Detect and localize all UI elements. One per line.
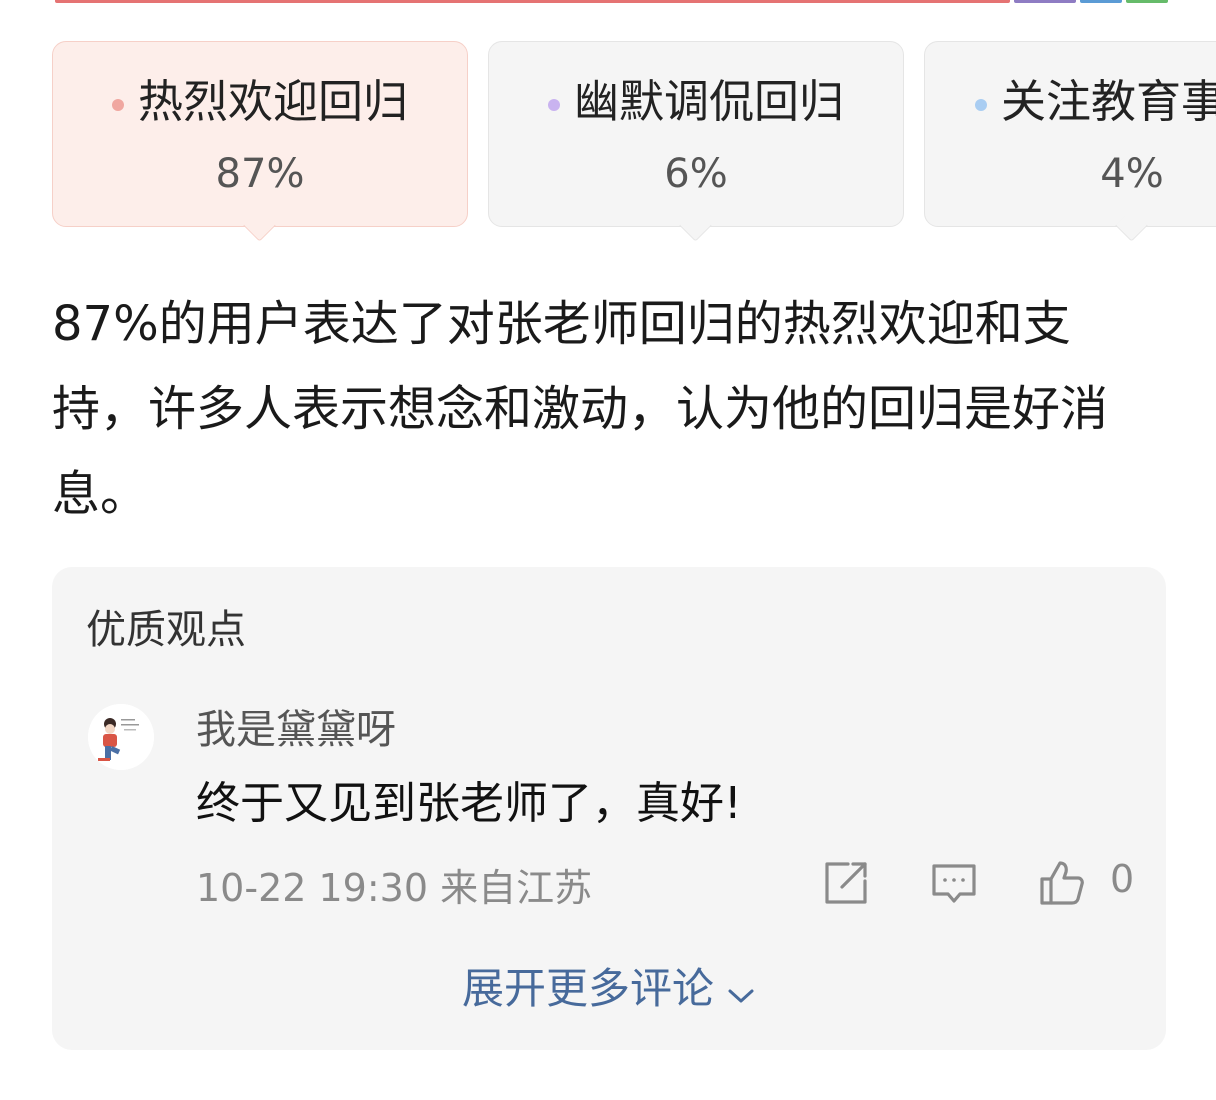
opinion-cards: 热烈欢迎回归 87% 幽默调侃回归 6% 关注教育事 4% xyxy=(52,41,1216,242)
quality-opinions-panel: 优质观点 我是黛黛呀 终于又见到张老师了，真好! 10-22 19:30 来自江… xyxy=(52,567,1166,1050)
opinion-percent: 87% xyxy=(215,151,305,197)
opinion-card-humor[interactable]: 幽默调侃回归 6% xyxy=(488,41,904,242)
opinion-label: 关注教育事 xyxy=(1001,75,1216,128)
comment-icon[interactable] xyxy=(930,859,978,907)
card-pointer xyxy=(243,209,276,242)
comment-text: 终于又见到张老师了，真好! xyxy=(196,778,742,829)
like-icon[interactable] xyxy=(1038,859,1086,907)
card-pointer xyxy=(1115,209,1148,242)
avatar[interactable] xyxy=(88,704,154,770)
strip-segment-humor xyxy=(1014,0,1076,3)
opinion-card-title: 热烈欢迎回归 xyxy=(53,75,467,129)
opinion-percent: 4% xyxy=(1100,151,1164,197)
share-icon[interactable] xyxy=(822,859,870,907)
opinion-dot xyxy=(975,99,987,111)
opinion-card-welcome[interactable]: 热烈欢迎回归 87% xyxy=(52,41,468,242)
comment-username[interactable]: 我是黛黛呀 xyxy=(196,697,396,755)
page: 热烈欢迎回归 87% 幽默调侃回归 6% 关注教育事 4% 87%的用户表达了对… xyxy=(0,0,1216,1100)
strip-segment-other xyxy=(1126,0,1168,3)
opinion-card-title: 幽默调侃回归 xyxy=(489,75,903,129)
expand-more-comments-button[interactable]: 展开更多评论 xyxy=(52,955,1166,1016)
opinion-dot xyxy=(547,99,560,111)
expand-more-comments-label: 展开更多评论 xyxy=(461,964,714,1013)
like-count: 0 xyxy=(1110,857,1135,901)
opinion-label: 幽默调侃回归 xyxy=(573,75,844,128)
opinion-card-education[interactable]: 关注教育事 4% xyxy=(924,41,1216,242)
opinion-summary: 87%的用户表达了对张老师回归的热烈欢迎和支持，许多人表示想念和激动，认为他的回… xyxy=(52,296,1109,522)
quality-opinions-title: 优质观点 xyxy=(86,607,246,653)
card-pointer xyxy=(679,209,712,242)
opinion-card-title: 关注教育事 xyxy=(925,75,1216,129)
opinion-distribution-strip xyxy=(55,0,1168,3)
avatar-illustration-icon xyxy=(88,704,154,770)
opinion-percent: 6% xyxy=(664,151,728,197)
strip-segment-welcome xyxy=(55,0,1010,3)
opinion-dot xyxy=(111,99,124,111)
opinion-label: 热烈欢迎回归 xyxy=(137,75,408,128)
comment-meta: 10-22 19:30 来自江苏 xyxy=(196,866,593,910)
strip-segment-education xyxy=(1080,0,1122,3)
chevron-down-icon xyxy=(726,967,756,1016)
